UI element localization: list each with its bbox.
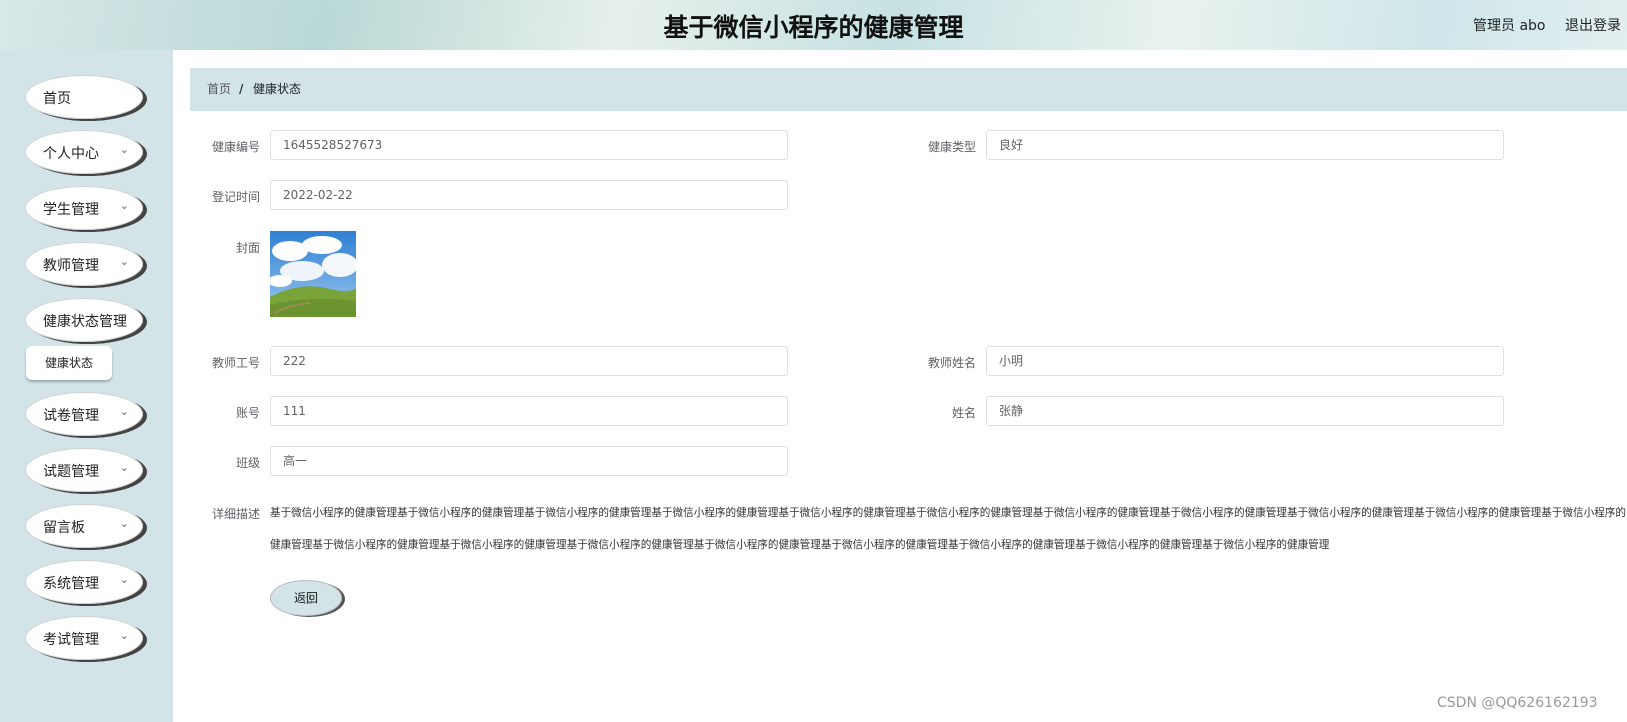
app-title: 基于微信小程序的健康管理 [663, 13, 964, 42]
sidebar-item-health-status-management[interactable]: 健康状态管理 [25, 298, 143, 342]
watermark: CSDN @QQ626162193 [1437, 695, 1598, 711]
sidebar-item-label: 首页 [43, 91, 71, 107]
description-text: 基于微信小程序的健康管理基于微信小程序的健康管理基于微信小程序的健康管理基于微信… [270, 507, 1626, 551]
sidebar-item-home[interactable]: 首页 [25, 75, 143, 119]
hand-cursor-icon: ☝ [303, 589, 313, 608]
teacher-no-field[interactable]: 222 [270, 346, 788, 376]
sidebar-item-label: 留言板 [43, 520, 85, 536]
account-field[interactable]: 111 [270, 396, 788, 426]
sidebar-item-personal-center[interactable]: 个人中心 ⌄ [25, 130, 143, 174]
health-type-label: 健康类型 [927, 140, 976, 154]
sidebar-item-teacher-management[interactable]: 教师管理 ⌄ [25, 242, 143, 286]
sidebar-item-exam-management[interactable]: 考试管理 ⌄ [25, 616, 143, 660]
top-header: 基于微信小程序的健康管理 管理员 abo 退出登录 [0, 0, 1627, 50]
chevron-down-icon: ⌄ [119, 199, 129, 212]
chevron-down-icon: ⌄ [119, 517, 129, 530]
sidebar-item-label: 个人中心 [43, 146, 99, 162]
teacher-name-field[interactable]: 小明 [986, 346, 1504, 376]
sidebar-item-label: 试卷管理 [43, 408, 99, 424]
health-no-field[interactable]: 1645528527673 [270, 130, 788, 160]
sidebar-item-label: 系统管理 [43, 576, 99, 592]
sidebar-item-label: 考试管理 [43, 632, 99, 648]
logout-link[interactable]: 退出登录 [1565, 15, 1621, 35]
class-label: 班级 [235, 456, 260, 470]
class-field[interactable]: 高一 [270, 446, 788, 476]
name-label: 姓名 [951, 406, 976, 420]
breadcrumb-current: 健康状态 [253, 82, 302, 96]
reg-time-field[interactable]: 2022-02-22 [270, 180, 788, 210]
sidebar-item-message-board[interactable]: 留言板 ⌄ [25, 504, 143, 548]
sidebar-item-label: 教师管理 [43, 258, 99, 274]
chevron-down-icon: ⌄ [119, 461, 129, 474]
sidebar-subitem-health-status[interactable]: 健康状态 [26, 346, 112, 380]
chevron-down-icon: ⌄ [119, 629, 129, 642]
cover-image [270, 231, 356, 317]
chevron-down-icon: ⌄ [119, 405, 129, 418]
health-type-field[interactable]: 良好 [986, 130, 1504, 160]
account-label: 账号 [235, 406, 260, 420]
desc-label: 详细描述 [211, 507, 260, 521]
teacher-no-label: 教师工号 [211, 356, 260, 370]
chevron-down-icon: ⌄ [119, 573, 129, 586]
sidebar-item-exam-paper-management[interactable]: 试卷管理 ⌄ [25, 392, 143, 436]
breadcrumb: 首页 / 健康状态 [190, 68, 1627, 111]
sidebar-item-system-management[interactable]: 系统管理 ⌄ [25, 560, 143, 604]
teacher-name-label: 教师姓名 [927, 356, 976, 370]
breadcrumb-separator: / [239, 82, 244, 96]
sidebar-item-question-management[interactable]: 试题管理 ⌄ [25, 448, 143, 492]
chevron-down-icon: ⌄ [119, 143, 129, 156]
chevron-down-icon: ⌄ [119, 255, 129, 268]
sidebar-item-label: 学生管理 [43, 202, 99, 218]
sidebar-item-label: 健康状态管理 [43, 314, 127, 330]
cover-label: 封面 [235, 241, 260, 255]
sidebar: 首页 个人中心 ⌄ 学生管理 ⌄ 教师管理 ⌄ 健康状态管理 健康状态 试卷管理… [0, 50, 173, 722]
breadcrumb-home-link[interactable]: 首页 [207, 68, 231, 111]
sidebar-item-label: 试题管理 [43, 464, 99, 480]
health-no-label: 健康编号 [211, 140, 260, 154]
reg-time-label: 登记时间 [211, 190, 260, 204]
admin-user-label: 管理员 abo [1473, 18, 1546, 34]
sidebar-item-student-management[interactable]: 学生管理 ⌄ [25, 186, 143, 230]
name-field[interactable]: 张静 [986, 396, 1504, 426]
